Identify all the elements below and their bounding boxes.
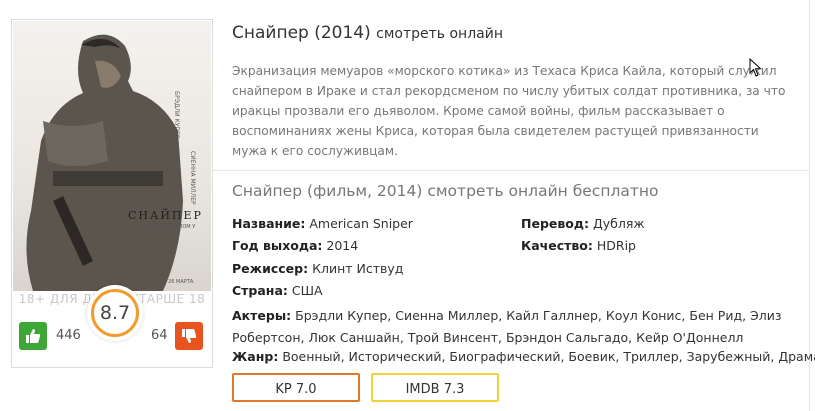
info-year: Год выхода: 2014 [232,238,358,253]
info-actors: Актеры: Брэдли Купер, Сиенна Миллер, Кай… [232,305,797,348]
mouse-cursor-icon [749,58,762,77]
page-title: Снайпер (2014) смотреть онлайн [232,23,503,43]
section-divider [213,170,809,171]
info-actors-label: Актеры: [232,308,292,323]
like-count: 446 [56,328,81,343]
info-actors-value: Брэдли Купер, Сиенна Миллер, Кайл Галлне… [232,308,782,345]
movie-poster[interactable]: БРЭДЛИ КУПЕР СИЕННА МИЛЛЕР СНАЙПЕР ПОЛ П… [13,21,211,291]
dislike-button[interactable] [175,322,203,350]
info-country: Страна: США [232,283,323,298]
poster-title: СНАЙПЕР [128,209,203,222]
poster-card: БРЭДЛИ КУПЕР СИЕННА МИЛЛЕР СНАЙПЕР ПОЛ П… [11,19,213,368]
title-suffix: смотреть онлайн [376,26,503,42]
info-country-value: США [291,283,323,298]
info-director-value: Клинт Иствуд [312,261,404,276]
rating-value: 8.7 [99,302,131,324]
poster-illustration [26,34,183,291]
info-year-value: 2014 [326,238,359,253]
info-translation-value: Дубляж [592,216,645,231]
imdb-rating-badge[interactable]: IMDB 7.3 [371,373,499,402]
info-name-value: American Sniper [309,216,413,231]
thumbs-down-icon [182,329,197,343]
poster-actor-1: БРЭДЛИ КУПЕР [173,91,180,139]
info-director-label: Режиссер: [232,261,309,276]
rating-circle: 8.7 [87,285,143,341]
thumbs-up-icon [26,329,41,343]
kp-rating-badge[interactable]: KP 7.0 [232,373,360,402]
info-translation-label: Перевод: [521,216,589,231]
info-country-label: Страна: [232,283,288,298]
info-genre-value: Военный, Исторический, Биографический, Б… [282,349,815,364]
like-button[interactable] [19,322,47,350]
poster-actor-2: СИЕННА МИЛЛЕР [189,151,196,205]
dislike-count: 64 [151,328,168,343]
info-quality: Качество: HDRip [521,238,636,253]
info-name: Название: American Sniper [232,216,413,231]
info-quality-label: Качество: [521,238,593,253]
info-director: Режиссер: Клинт Иствуд [232,261,403,276]
poster-subtitle: ПОЛ ПРИЦЕЛОМ У СМЕРТИ [148,224,196,236]
movie-description: Экранизация мемуаров «морского котика» и… [232,64,786,158]
info-name-label: Название: [232,216,306,231]
info-quality-value: HDRip [596,238,636,253]
info-translation: Перевод: Дубляж [521,216,645,231]
info-genre-label: Жанр: [232,349,279,364]
movie-title: Снайпер (2014) [232,23,371,43]
info-year-label: Год выхода: [232,238,323,253]
section-title: Снайпер (фильм, 2014) смотреть онлайн бе… [232,182,659,200]
poster-date: С 26 МАРТА [163,279,194,285]
info-genre: Жанр: Военный, Исторический, Биографичес… [232,349,815,364]
